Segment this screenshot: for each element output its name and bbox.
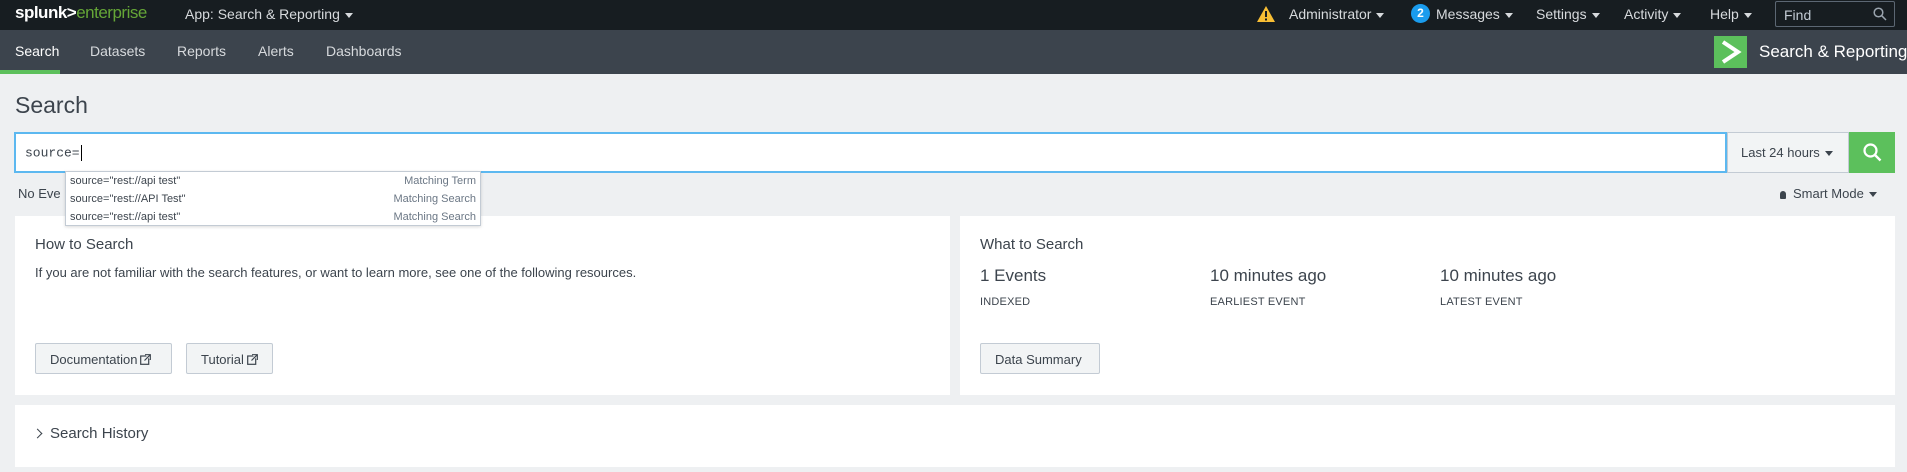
top-bar: splunk>enterprise App: Search & Reportin…: [0, 0, 1907, 30]
autocomplete-term: source="rest://api test": [70, 175, 181, 187]
tab-search[interactable]: Search: [15, 43, 59, 59]
warning-icon[interactable]: [1256, 5, 1276, 23]
chevron-down-icon: [1743, 12, 1752, 18]
tab-reports[interactable]: Reports: [177, 43, 226, 59]
search-button[interactable]: [1849, 132, 1895, 173]
external-link-icon: [246, 354, 258, 365]
chevron-down-icon: [1504, 12, 1513, 18]
autocomplete-item[interactable]: source="rest://api test" Matching Search: [66, 208, 480, 226]
find-box: [1775, 1, 1895, 27]
admin-menu[interactable]: Administrator: [1289, 6, 1385, 22]
page-title: Search: [15, 92, 88, 118]
events-status: No Eve: [18, 186, 61, 201]
latest-event-label: LATEST EVENT: [1440, 296, 1523, 308]
autocomplete-item[interactable]: source="rest://API Test" Matching Search: [66, 190, 480, 208]
autocomplete-kind: Matching Term: [404, 175, 476, 187]
external-link-icon: [140, 354, 152, 365]
splunk-logo[interactable]: splunk>enterprise: [15, 3, 147, 23]
earliest-event-value: 10 minutes ago: [1210, 266, 1327, 285]
search-history-panel[interactable]: [15, 405, 1895, 467]
search-bar[interactable]: source=: [14, 132, 1727, 173]
help-label: Help: [1710, 6, 1739, 22]
documentation-button[interactable]: Documentation: [35, 343, 172, 374]
autocomplete-dropdown: source="rest://api test" Matching Term s…: [65, 171, 481, 226]
what-to-search-title: What to Search: [980, 236, 1084, 253]
autocomplete-term: source="rest://API Test": [70, 193, 186, 205]
tab-datasets[interactable]: Datasets: [90, 43, 145, 59]
activity-menu[interactable]: Activity: [1624, 6, 1682, 22]
app-menu[interactable]: App: Search & Reporting: [185, 6, 353, 22]
how-to-search-panel: How to Search If you are not familiar wi…: [15, 216, 950, 395]
time-range-picker[interactable]: Last 24 hours: [1727, 132, 1849, 173]
settings-label: Settings: [1536, 6, 1587, 22]
chevron-down-icon: [1868, 192, 1877, 198]
chevron-down-icon: [1824, 151, 1833, 157]
tab-alerts[interactable]: Alerts: [258, 43, 294, 59]
find-input[interactable]: [1784, 6, 1869, 23]
search-query[interactable]: source=: [25, 145, 82, 161]
tutorial-button[interactable]: Tutorial: [186, 343, 273, 374]
earliest-event-label: EARLIEST EVENT: [1210, 296, 1306, 308]
logo-prefix: splunk>: [15, 3, 77, 22]
tutorial-label: Tutorial: [201, 352, 244, 367]
chevron-down-icon: [1591, 12, 1600, 18]
latest-event-value: 10 minutes ago: [1440, 266, 1557, 285]
chevron-down-icon: [1673, 12, 1682, 18]
text-cursor: [80, 145, 82, 161]
indexed-events-label: INDEXED: [980, 296, 1031, 308]
app-bar: Search Datasets Reports Alerts Dashboard…: [0, 30, 1907, 74]
time-range-label: Last 24 hours: [1741, 145, 1820, 160]
messages-label: Messages: [1436, 6, 1500, 22]
chevron-down-icon: [344, 12, 353, 18]
autocomplete-term: source="rest://api test": [70, 211, 181, 223]
search-history-title[interactable]: Search History: [50, 425, 148, 442]
what-to-search-panel: What to Search 1 Events INDEXED 10 minut…: [960, 216, 1895, 395]
autocomplete-kind: Matching Search: [393, 193, 476, 205]
search-icon: [1863, 143, 1882, 162]
admin-label: Administrator: [1289, 6, 1372, 22]
documentation-label: Documentation: [50, 352, 138, 367]
tab-dashboards[interactable]: Dashboards: [326, 43, 402, 59]
messages-menu[interactable]: Messages: [1436, 6, 1513, 22]
app-menu-label: App: Search & Reporting: [185, 6, 340, 22]
data-summary-button[interactable]: Data Summary: [980, 343, 1100, 374]
app-logo-icon: [1714, 36, 1747, 68]
how-to-search-title: How to Search: [35, 236, 134, 253]
autocomplete-kind: Matching Search: [393, 211, 476, 223]
chevron-down-icon: [1376, 12, 1385, 18]
settings-menu[interactable]: Settings: [1536, 6, 1600, 22]
search-icon[interactable]: [1873, 7, 1887, 21]
active-tab-indicator: [0, 70, 60, 74]
indexed-events-value: 1 Events: [980, 266, 1047, 285]
autocomplete-item[interactable]: source="rest://api test" Matching Term: [66, 172, 480, 190]
app-name: Search & Reporting: [1759, 42, 1907, 61]
search-mode-label: Smart Mode: [1793, 186, 1864, 201]
search-query-text: source=: [25, 145, 80, 161]
logo-suffix: enterprise: [76, 3, 147, 22]
help-menu[interactable]: Help: [1710, 6, 1752, 22]
how-to-search-description: If you are not familiar with the search …: [35, 265, 637, 280]
lightbulb-icon: [1780, 190, 1786, 199]
messages-badge[interactable]: 2: [1411, 4, 1430, 23]
activity-label: Activity: [1624, 6, 1669, 22]
search-mode-menu[interactable]: Smart Mode: [1780, 186, 1877, 201]
